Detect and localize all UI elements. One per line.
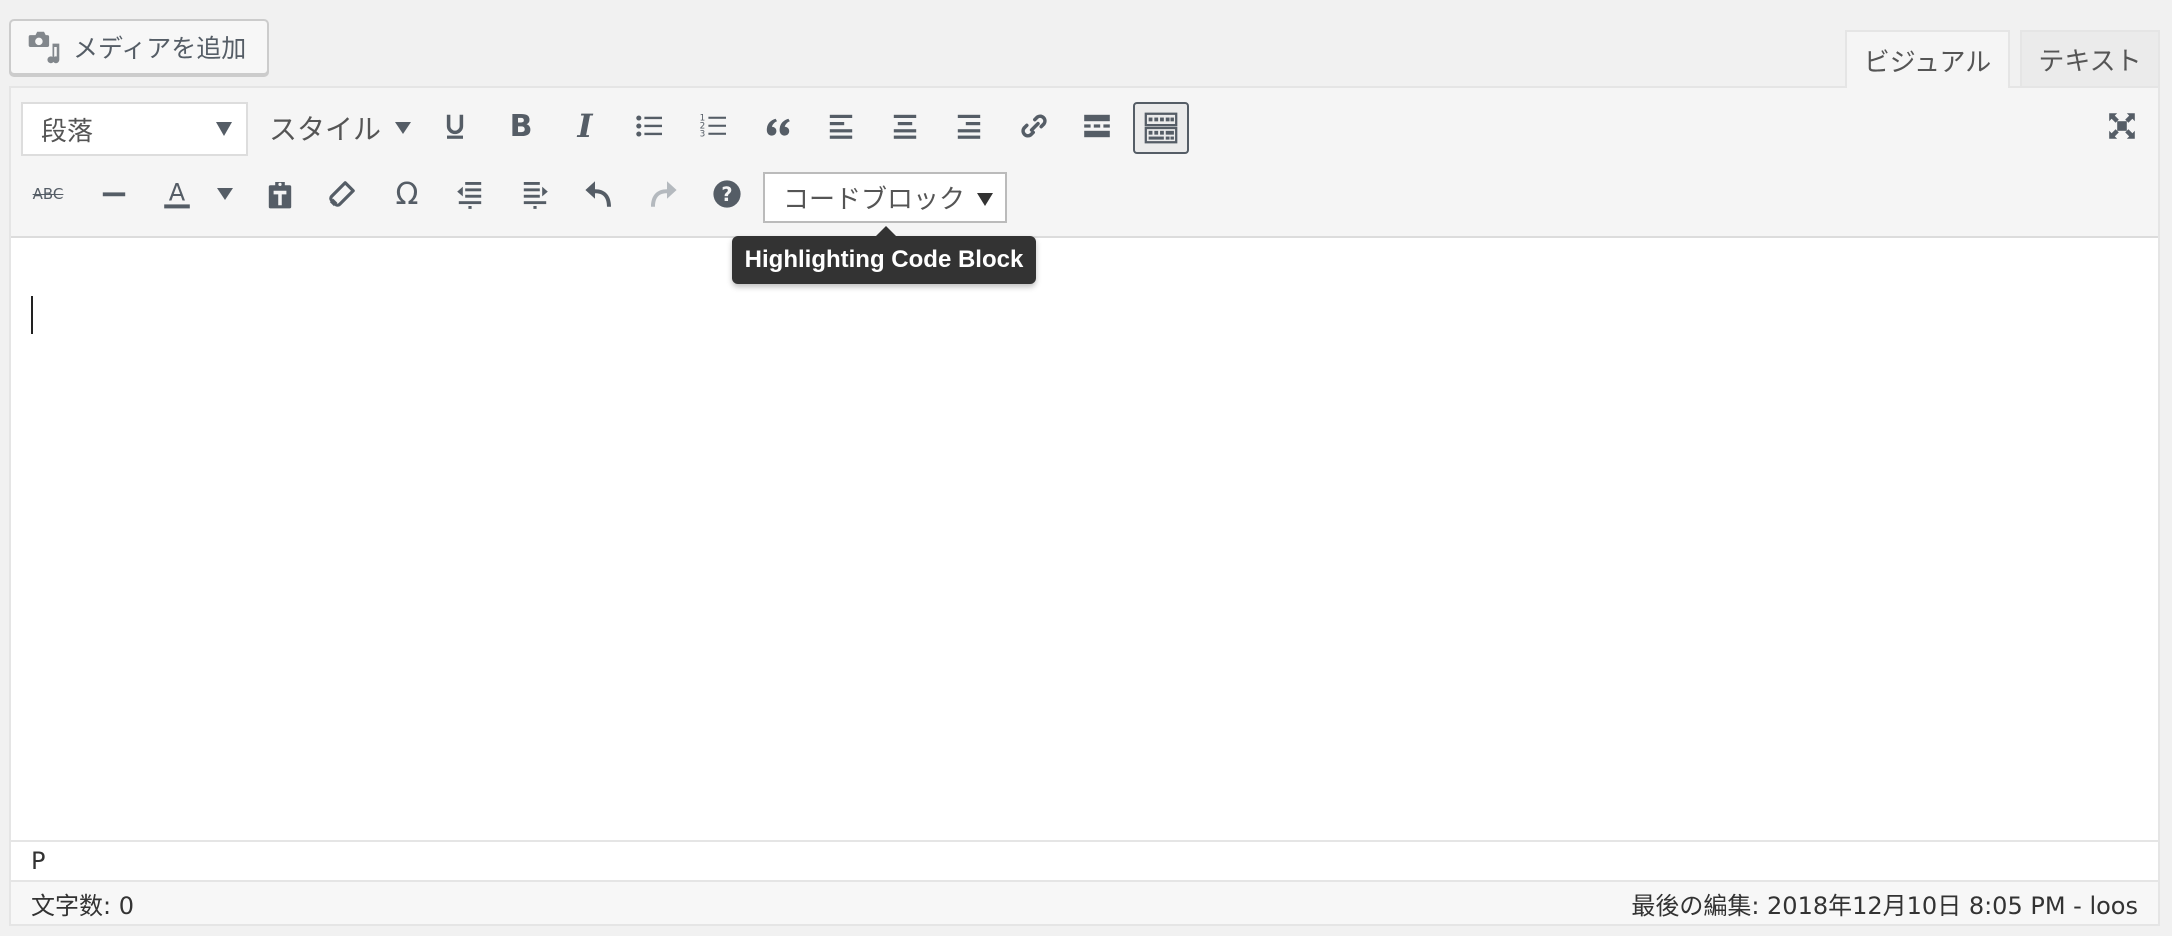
italic-icon: I [577, 107, 593, 145]
undo-icon [585, 181, 611, 207]
bullet-list-button[interactable] [628, 104, 672, 148]
align-left-button[interactable] [819, 104, 863, 148]
strikethrough-button[interactable]: ABC [26, 172, 70, 216]
tab-text-label: テキスト [2038, 47, 2142, 77]
text-color-dropdown[interactable] [213, 184, 237, 204]
horizontal-rule-button[interactable] [92, 172, 136, 216]
special-character-button[interactable]: Ω [385, 172, 429, 216]
svg-text:A: A [169, 178, 186, 206]
indent-button[interactable] [513, 172, 557, 216]
numbered-list-icon: 123 [700, 113, 726, 139]
text-color-icon: A [164, 178, 190, 209]
link-icon [1021, 114, 1047, 138]
align-center-icon [893, 114, 917, 139]
italic-button[interactable]: I [563, 104, 607, 148]
code-block-select-value: コードブロック [783, 185, 966, 215]
caret-down-icon [217, 188, 233, 200]
undo-button[interactable] [577, 172, 621, 216]
styles-dropdown[interactable]: スタイル [269, 106, 412, 150]
underline-button[interactable] [433, 104, 477, 148]
numbered-list-button[interactable]: 123 [692, 104, 736, 148]
editor-frame: 段落 スタイル B I 123 ABC A Ω ? コードブロック P 文字数:… [9, 86, 2160, 926]
help-icon: ? [713, 180, 741, 208]
omega-icon: Ω [395, 176, 419, 212]
blockquote-button[interactable] [756, 104, 800, 148]
align-center-button[interactable] [883, 104, 927, 148]
eraser-icon [329, 181, 355, 207]
caret-down-icon [395, 122, 412, 134]
caret-down-icon [216, 122, 232, 136]
paste-text-icon [268, 182, 292, 209]
keyboard-shortcuts-button[interactable]: ? [705, 172, 749, 216]
add-media-button[interactable]: メディアを追加 [9, 19, 269, 75]
svg-text:?: ? [721, 183, 732, 206]
outdent-button[interactable] [448, 172, 492, 216]
align-right-icon [957, 114, 981, 139]
underline-icon [446, 114, 464, 139]
tab-visual-label: ビジュアル [1863, 47, 1992, 78]
tab-visual[interactable]: ビジュアル [1845, 30, 2010, 88]
link-button[interactable] [1012, 104, 1056, 148]
last-edited: 最後の編集: 2018年12月10日 8:05 PM - loos [1631, 891, 2138, 920]
quote-icon [766, 118, 790, 136]
align-right-button[interactable] [947, 104, 991, 148]
redo-icon [651, 181, 677, 207]
strikethrough-icon: ABC [32, 185, 64, 203]
tab-text[interactable]: テキスト [2020, 30, 2160, 87]
code-toolbar-toggle-button[interactable] [1133, 102, 1189, 154]
bullet-list-icon [636, 115, 662, 137]
code-block-select[interactable]: コードブロック [763, 172, 1007, 223]
read-more-button[interactable] [1075, 104, 1119, 148]
read-more-icon [1084, 114, 1110, 138]
editor-toolbar: 段落 スタイル B I 123 ABC A Ω ? コードブロック [11, 88, 2158, 238]
tooltip: Highlighting Code Block [732, 226, 1036, 284]
format-select[interactable]: 段落 [21, 102, 248, 156]
element-path-bar: P [11, 840, 2158, 880]
bold-icon: B [509, 108, 533, 144]
svg-text:3: 3 [700, 129, 706, 139]
editor-content[interactable] [11, 238, 2158, 838]
redo-button[interactable] [641, 172, 685, 216]
element-path[interactable]: P [31, 847, 45, 875]
format-select-value: 段落 [41, 116, 94, 147]
indent-icon [523, 182, 548, 209]
add-media-label: メディアを追加 [73, 34, 247, 63]
keyboard-icon [1144, 112, 1178, 144]
word-count: 文字数: 0 [31, 891, 134, 920]
tooltip-text: Highlighting Code Block [744, 246, 1024, 273]
status-bar: 文字数: 0 最後の編集: 2018年12月10日 8:05 PM - loos [11, 880, 2158, 924]
fullscreen-button[interactable] [2100, 104, 2144, 148]
bold-button[interactable]: B [499, 104, 543, 148]
clear-formatting-button[interactable] [320, 172, 364, 216]
caret-down-icon [977, 193, 993, 206]
outdent-icon [457, 182, 482, 209]
horizontal-rule-icon [102, 192, 126, 197]
align-left-icon [829, 114, 853, 139]
fullscreen-icon [2109, 113, 2135, 139]
text-cursor [31, 296, 33, 334]
paste-as-text-button[interactable] [258, 172, 302, 216]
styles-label: スタイル [269, 113, 382, 146]
camera-music-icon [28, 31, 60, 64]
text-color-button[interactable]: A [155, 172, 199, 216]
